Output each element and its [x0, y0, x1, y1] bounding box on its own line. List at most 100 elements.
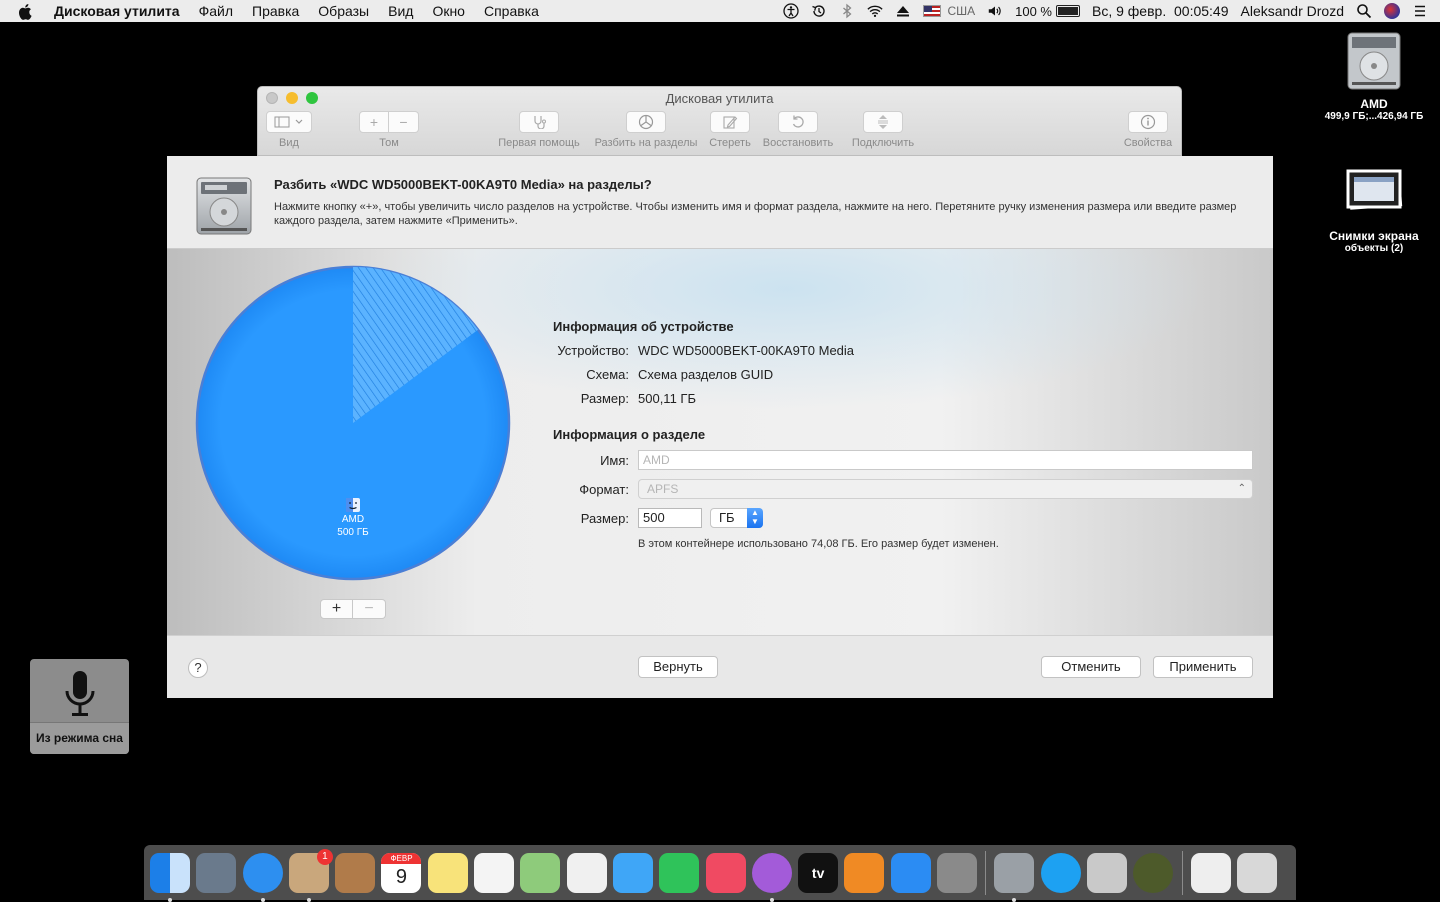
remove-volume-button[interactable]: −: [389, 111, 419, 133]
dock-messages-icon[interactable]: [612, 852, 653, 893]
desktop-screenshots-stack[interactable]: Снимки экрана объекты (2): [1314, 166, 1434, 254]
menu-images[interactable]: Образы: [318, 3, 369, 19]
size-label: Размер:: [580, 511, 629, 526]
format-value: APFS: [647, 482, 679, 496]
toolbar-view[interactable]: Вид: [265, 111, 313, 149]
spotlight-search-icon[interactable]: [1356, 3, 1372, 19]
dock-books-icon[interactable]: [844, 852, 885, 893]
dock-finder-icon[interactable]: [150, 852, 190, 902]
toolbar-info[interactable]: Свойства: [1122, 111, 1174, 149]
device-size-label: Размер:: [580, 391, 629, 406]
toolbar-partition[interactable]: Разбить на разделы: [590, 111, 702, 149]
toolbar-restore[interactable]: Восстановить: [759, 111, 837, 149]
battery-percent[interactable]: 100 %: [1015, 4, 1052, 19]
partition-name-field[interactable]: AMD: [638, 450, 1253, 470]
toolbar-first-aid-label: Первая помощь: [498, 137, 580, 149]
desktop-drive-amd[interactable]: AMD 499,9 ГБ;...426,94 ГБ: [1314, 30, 1434, 122]
time-machine-icon[interactable]: [811, 3, 827, 19]
dock-mail-icon[interactable]: 1: [288, 848, 333, 902]
toolbar-mount[interactable]: Подключить: [848, 111, 918, 149]
toolbar-partition-label: Разбить на разделы: [594, 137, 698, 149]
dock-document-icon[interactable]: [1190, 852, 1231, 893]
dock-contacts-icon[interactable]: [335, 852, 376, 893]
device-info-heading: Информация об устройстве: [553, 319, 734, 334]
notification-center-icon[interactable]: [1412, 3, 1428, 19]
restore-icon[interactable]: [778, 111, 818, 133]
bluetooth-icon[interactable]: [839, 3, 855, 19]
menu-help[interactable]: Справка: [484, 3, 539, 19]
wifi-icon[interactable]: [867, 3, 884, 19]
toolbar-first-aid[interactable]: Первая помощь: [496, 111, 582, 149]
remove-partition-button[interactable]: −: [353, 599, 386, 619]
clock[interactable]: Вс, 9 февр. 00:05:49: [1092, 3, 1229, 19]
dock-calendar-icon[interactable]: ФЕВР 9: [381, 852, 422, 893]
select-arrows-icon: ⌃: [1237, 483, 1246, 494]
revert-button[interactable]: Вернуть: [638, 656, 718, 678]
help-button[interactable]: ?: [188, 658, 208, 678]
dock-photos-icon[interactable]: [566, 852, 607, 893]
drive-detail: 499,9 ГБ;...426,94 ГБ: [1324, 111, 1424, 122]
accessibility-icon[interactable]: [783, 3, 800, 19]
partition-sheet: Разбить «WDC WD5000BEKT-00KA9T0 Media» н…: [167, 156, 1273, 698]
menu-view[interactable]: Вид: [388, 3, 413, 19]
dock-trash-icon[interactable]: [1236, 852, 1277, 893]
dock-system-preferences-icon[interactable]: [937, 852, 978, 893]
mount-icon[interactable]: [863, 111, 903, 133]
dock-launchpad-icon[interactable]: [196, 852, 237, 893]
dock-facetime-icon[interactable]: [659, 852, 700, 893]
size-unit-select[interactable]: ГБ ▲ ▼: [710, 508, 763, 528]
dock-maps-icon[interactable]: [520, 852, 561, 893]
format-select[interactable]: APFS ⌃: [638, 479, 1253, 499]
eject-icon[interactable]: [895, 3, 911, 19]
menu-edit[interactable]: Правка: [252, 3, 299, 19]
dock-notes-icon[interactable]: [427, 852, 468, 893]
dock-directory-utility-icon[interactable]: [1086, 852, 1127, 893]
sheet-header: Разбить «WDC WD5000BEKT-00KA9T0 Media» н…: [167, 156, 1273, 249]
container-usage-note: В этом контейнере использовано 74,08 ГБ.…: [638, 538, 999, 550]
us-flag-icon[interactable]: [923, 5, 942, 17]
battery-icon[interactable]: [1056, 5, 1080, 17]
dock-twitter-icon[interactable]: [1040, 852, 1081, 893]
toolbar-volume-label: Том: [379, 137, 399, 149]
mail-unread-badge: 1: [316, 848, 333, 865]
info-icon[interactable]: [1128, 111, 1168, 133]
menu-file[interactable]: Файл: [199, 3, 233, 19]
add-volume-button[interactable]: +: [359, 111, 389, 133]
disk-utility-window: Дисковая утилита Вид + − Том Первая помо…: [257, 86, 1182, 156]
toolbar-erase[interactable]: Стереть: [708, 111, 752, 149]
apply-button[interactable]: Применить: [1153, 656, 1253, 678]
menu-window[interactable]: Окно: [432, 3, 465, 19]
dock-app-store-icon[interactable]: [890, 852, 931, 893]
dock-tv-icon[interactable]: tv: [798, 852, 839, 893]
sidebar-toggle-icon[interactable]: [266, 111, 312, 133]
partition-pie-chart[interactable]: AMD 500 ГБ: [195, 265, 511, 581]
apple-menu-icon[interactable]: [18, 3, 34, 20]
toolbar-restore-label: Восстановить: [762, 137, 834, 149]
menu-bar: Дисковая утилита Файл Правка Образы Вид …: [0, 0, 1440, 22]
dictation-panel[interactable]: Из режима сна: [30, 659, 129, 754]
menu-app-name[interactable]: Дисковая утилита: [54, 3, 180, 19]
input-source-label[interactable]: США: [947, 4, 975, 18]
toolbar-mount-label: Подключить: [851, 137, 915, 149]
cancel-button[interactable]: Отменить: [1041, 656, 1141, 678]
dictation-label: Из режима сна: [30, 722, 129, 754]
stethoscope-icon[interactable]: [519, 111, 559, 133]
dock-disk-utility-icon[interactable]: [994, 852, 1035, 902]
partition-icon[interactable]: [626, 111, 666, 133]
volume-icon[interactable]: [987, 3, 1003, 19]
finder-volume-icon: [346, 498, 360, 512]
user-name[interactable]: Aleksandr Drozd: [1241, 3, 1345, 19]
erase-icon[interactable]: [710, 111, 750, 133]
siri-icon[interactable]: [1384, 3, 1400, 19]
partition-size-label: 500 ГБ: [337, 527, 369, 538]
sheet-title: Разбить «WDC WD5000BEKT-00KA9T0 Media» н…: [274, 177, 652, 192]
partition-size-input[interactable]: 500: [638, 508, 702, 528]
add-partition-button[interactable]: +: [320, 599, 353, 619]
dock-music-icon[interactable]: [705, 852, 746, 893]
dock-podcasts-icon[interactable]: [751, 852, 792, 902]
dock-safari-icon[interactable]: [242, 852, 283, 902]
dock-separator: [1181, 850, 1183, 895]
dock-radar-icon[interactable]: [1133, 852, 1174, 893]
device-value: WDC WD5000BEKT-00KA9T0 Media: [638, 343, 855, 358]
dock-reminders-icon[interactable]: [474, 852, 515, 893]
